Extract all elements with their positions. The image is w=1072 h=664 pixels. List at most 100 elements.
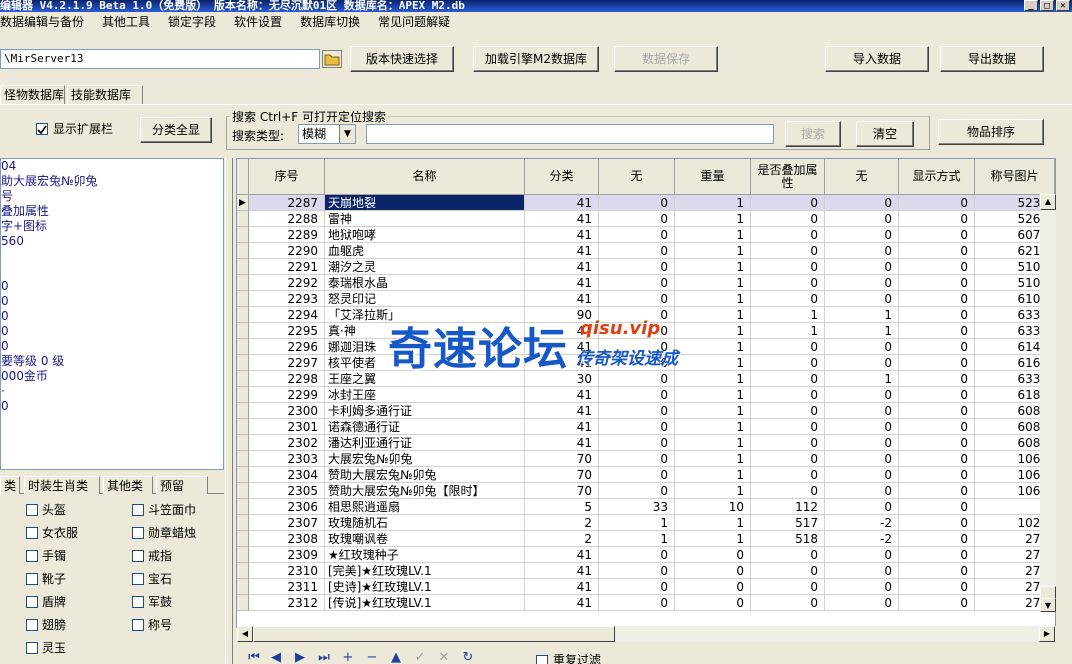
cell-col-none-1[interactable]: 0 — [599, 227, 675, 243]
cell-col-display-mode[interactable]: 0 — [899, 259, 975, 275]
cell-col-display-mode[interactable]: 0 — [899, 435, 975, 451]
cell-col-display-mode[interactable]: 0 — [899, 291, 975, 307]
item-data-grid[interactable]: 序号 名称 分类无重量 是否叠加属性无显示方式 称号图片 ▶ 2287 天崩地裂 41 0 1 0 0 0… — [236, 158, 1056, 628]
row-header[interactable] — [237, 371, 249, 387]
category-checkbox[interactable] — [132, 527, 144, 539]
cell-col-stackable[interactable]: 0 — [751, 403, 825, 419]
cell-col-weight[interactable]: 0 — [675, 547, 751, 563]
expand-all-button[interactable]: 分类全显 — [140, 117, 212, 143]
cell-col-stackable[interactable]: 0 — [751, 227, 825, 243]
row-header[interactable] — [237, 387, 249, 403]
row-header[interactable] — [237, 483, 249, 499]
cell-col-name[interactable]: 雷神 — [325, 211, 525, 227]
cell-col-none-2[interactable]: 0 — [825, 451, 899, 467]
cell-col-index[interactable]: 2291 — [249, 259, 325, 275]
cell-col-none-1[interactable]: 1 — [599, 515, 675, 531]
row-header[interactable] — [237, 403, 249, 419]
tab-category-fashion[interactable]: 时装生肖类 — [24, 476, 100, 494]
row-header[interactable] — [237, 307, 249, 323]
cell-col-index[interactable]: 2310 — [249, 563, 325, 579]
cell-col-none-2[interactable]: 0 — [825, 419, 899, 435]
search-button[interactable]: 搜索 — [785, 121, 841, 147]
cell-col-category[interactable]: 41 — [525, 563, 599, 579]
cell-col-category[interactable]: 41 — [525, 211, 599, 227]
cell-col-none-2[interactable]: 0 — [825, 227, 899, 243]
cell-col-weight[interactable]: 1 — [675, 339, 751, 355]
cell-col-category[interactable]: 41 — [525, 387, 599, 403]
last-record-icon[interactable]: ⏭ — [316, 652, 332, 664]
category-checkbox[interactable] — [26, 504, 38, 516]
category-checkbox[interactable] — [26, 642, 38, 654]
cell-col-stackable[interactable]: 0 — [751, 275, 825, 291]
cell-col-stackable[interactable]: 0 — [751, 339, 825, 355]
tab-category-reserved[interactable]: 预留 — [156, 476, 208, 494]
cell-col-stackable[interactable]: 1 — [751, 323, 825, 339]
cell-col-stackable[interactable]: 0 — [751, 579, 825, 595]
cell-col-name[interactable]: 相思熙逍遥扇 — [325, 499, 525, 515]
cell-col-none-2[interactable]: 0 — [825, 579, 899, 595]
cell-col-none-2[interactable]: 0 — [825, 275, 899, 291]
cell-col-weight[interactable]: 10 — [675, 499, 751, 515]
refresh-icon[interactable]: ↻ — [460, 652, 476, 664]
cell-col-none-2[interactable]: 0 — [825, 547, 899, 563]
cell-col-none-1[interactable]: 0 — [599, 387, 675, 403]
row-header[interactable] — [237, 355, 249, 371]
header-col-weight[interactable]: 重量 — [675, 159, 751, 195]
cell-col-display-mode[interactable]: 0 — [899, 275, 975, 291]
cell-col-category[interactable]: 41 — [525, 291, 599, 307]
browse-folder-button[interactable] — [322, 50, 342, 68]
cell-col-stackable[interactable]: 518 — [751, 531, 825, 547]
cell-col-none-1[interactable]: 0 — [599, 467, 675, 483]
cell-col-name[interactable]: 血躯虎 — [325, 243, 525, 259]
load-engine-button[interactable]: 加载引擎M2数据库 — [473, 46, 599, 72]
category-checkbox[interactable] — [26, 619, 38, 631]
delete-record-icon[interactable]: − — [364, 652, 380, 664]
row-header[interactable] — [237, 563, 249, 579]
cell-col-display-mode[interactable]: 0 — [899, 243, 975, 259]
header-col-none-1[interactable]: 无 — [599, 159, 675, 195]
cell-col-weight[interactable]: 1 — [675, 243, 751, 259]
item-info-list[interactable]: 04 助大展宏兔№卯兔号叠加属性 字+图标 560 0 0 0 0 0 要等级 0 级 000金币 ·… — [0, 158, 224, 470]
cell-col-stackable[interactable]: 0 — [751, 451, 825, 467]
cell-col-name[interactable]: 大展宏兔№卯兔 — [325, 451, 525, 467]
row-header[interactable] — [237, 211, 249, 227]
add-record-icon[interactable]: + — [340, 652, 356, 664]
cell-col-index[interactable]: 2288 — [249, 211, 325, 227]
row-header[interactable] — [237, 499, 249, 515]
cell-col-none-1[interactable]: 33 — [599, 499, 675, 515]
cell-col-index[interactable]: 2312 — [249, 595, 325, 611]
cell-col-display-mode[interactable]: 0 — [899, 211, 975, 227]
cell-col-none-2[interactable]: 0 — [825, 467, 899, 483]
cell-col-weight[interactable]: 1 — [675, 275, 751, 291]
cell-col-index[interactable]: 2293 — [249, 291, 325, 307]
grid-hscrollbar[interactable]: ◀ ▶ — [237, 626, 1056, 642]
row-header[interactable] — [237, 291, 249, 307]
cell-col-category[interactable]: 41 — [525, 275, 599, 291]
cell-col-weight[interactable]: 1 — [675, 403, 751, 419]
prev-record-icon[interactable]: ◀ — [268, 652, 284, 664]
cell-col-category[interactable]: 41 — [525, 227, 599, 243]
cell-col-name[interactable]: 天崩地裂 — [325, 195, 525, 211]
cell-col-weight[interactable]: 1 — [675, 227, 751, 243]
cell-col-index[interactable]: 2297 — [249, 355, 325, 371]
cell-col-category[interactable]: 70 — [525, 467, 599, 483]
cell-col-stackable[interactable]: 0 — [751, 259, 825, 275]
cell-col-weight[interactable]: 1 — [675, 451, 751, 467]
next-record-icon[interactable]: ▶ — [292, 652, 308, 664]
cell-col-index[interactable]: 2303 — [249, 451, 325, 467]
cell-col-none-1[interactable]: 0 — [599, 291, 675, 307]
cell-col-none-2[interactable]: 0 — [825, 291, 899, 307]
cell-col-none-2[interactable]: 1 — [825, 371, 899, 387]
cell-col-none-1[interactable]: 0 — [599, 275, 675, 291]
cell-col-index[interactable]: 2295 — [249, 323, 325, 339]
cell-col-category[interactable]: 41 — [525, 419, 599, 435]
cell-col-index[interactable]: 2296 — [249, 339, 325, 355]
cell-col-none-2[interactable]: 0 — [825, 211, 899, 227]
cell-col-none-1[interactable]: 0 — [599, 435, 675, 451]
scroll-left-icon[interactable]: ◀ — [237, 626, 253, 642]
cell-col-none-2[interactable]: 0 — [825, 403, 899, 419]
cell-col-weight[interactable]: 1 — [675, 323, 751, 339]
show-ext-checkbox[interactable] — [36, 123, 48, 135]
cell-col-none-2[interactable]: 0 — [825, 387, 899, 403]
cell-col-none-1[interactable]: 0 — [599, 579, 675, 595]
